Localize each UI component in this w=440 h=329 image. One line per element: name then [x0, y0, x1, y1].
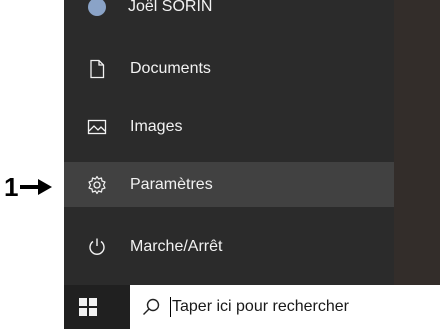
left-margin — [0, 0, 64, 329]
start-menu: Joël SORIN Documents Images Paramètres M… — [64, 0, 394, 285]
gear-icon — [87, 175, 107, 195]
start-button[interactable] — [64, 285, 112, 329]
menu-item-images[interactable]: Images — [64, 104, 394, 149]
menu-item-user[interactable]: Joël SORIN — [64, 0, 394, 29]
menu-item-power[interactable]: Marche/Arrêt — [64, 224, 394, 269]
search-input[interactable]: Taper ici pour rechercher — [130, 285, 440, 329]
windows-logo-icon — [79, 298, 97, 316]
menu-item-settings[interactable]: Paramètres — [64, 162, 394, 207]
menu-item-images-label: Images — [130, 117, 183, 135]
power-icon — [87, 237, 107, 257]
menu-item-power-label: Marche/Arrêt — [130, 237, 223, 255]
step-annotation: 1 — [4, 172, 54, 202]
menu-item-documents[interactable]: Documents — [64, 46, 394, 91]
desktop-background — [394, 0, 440, 285]
menu-item-settings-label: Paramètres — [130, 175, 213, 193]
step-number: 1 — [4, 172, 19, 202]
document-icon — [87, 59, 107, 79]
menu-item-user-label: Joël SORIN — [128, 0, 213, 15]
arrow-right-icon — [20, 179, 53, 195]
image-icon — [87, 117, 107, 137]
taskbar: Taper ici pour rechercher — [64, 285, 440, 329]
user-avatar-icon — [88, 0, 106, 16]
text-caret — [170, 297, 171, 317]
search-icon — [143, 298, 160, 315]
search-placeholder: Taper ici pour rechercher — [172, 298, 349, 315]
screen: Joël SORIN Documents Images Paramètres M… — [0, 0, 440, 329]
menu-item-documents-label: Documents — [130, 59, 211, 77]
